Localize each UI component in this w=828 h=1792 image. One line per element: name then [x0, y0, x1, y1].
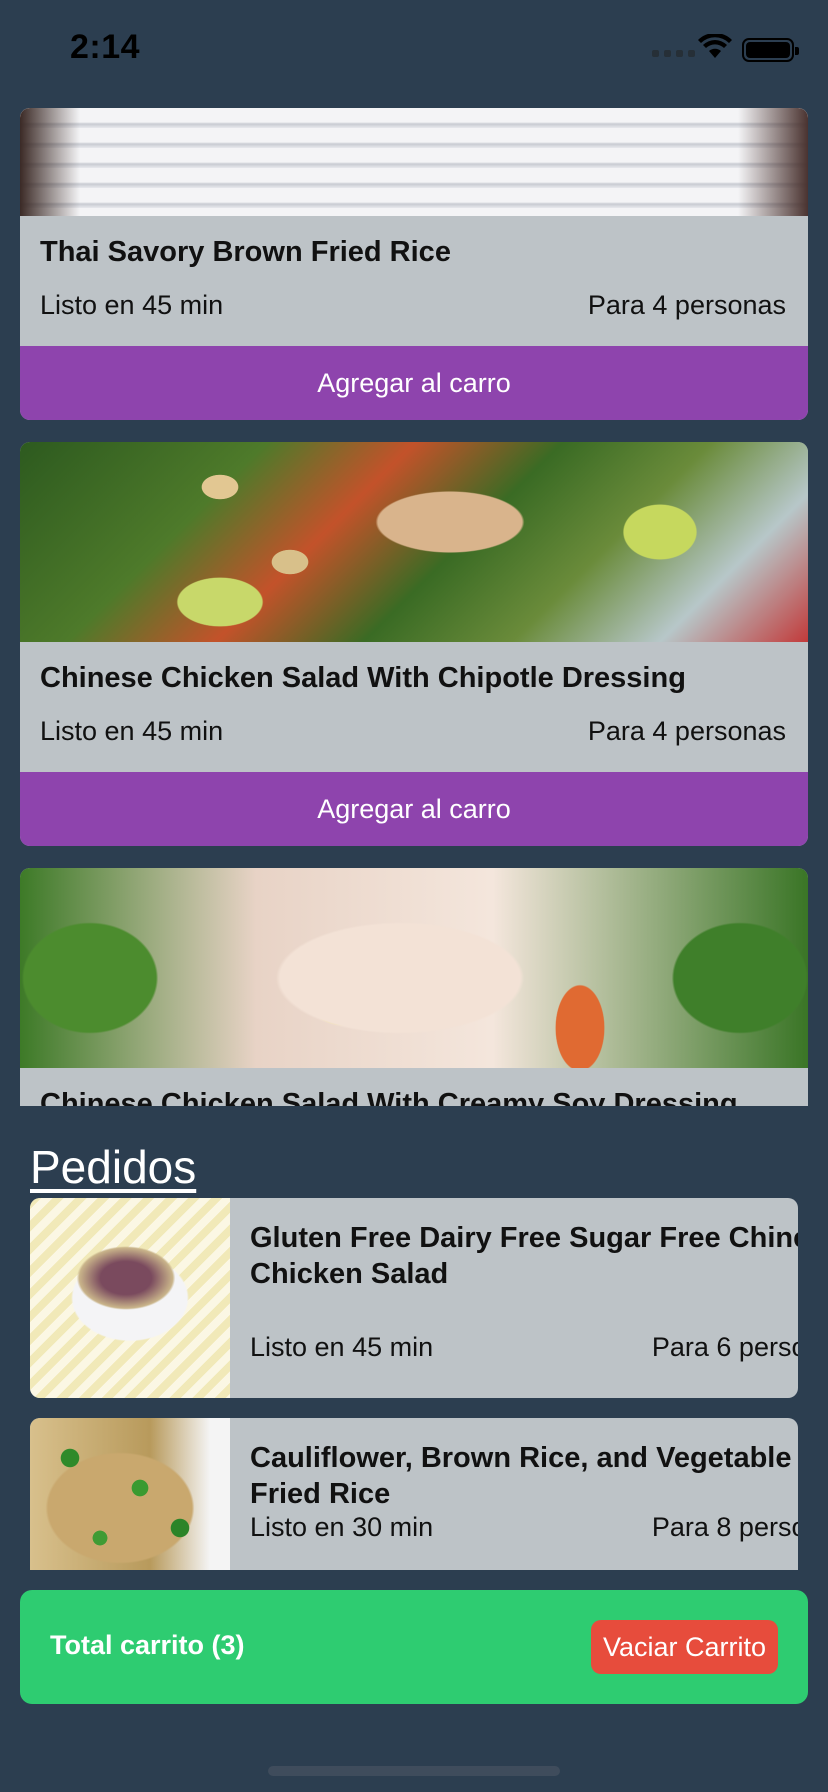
recipe-ready-time: Listo en 45 min — [40, 290, 224, 320]
recipe-info: Thai Savory Brown Fried Rice Listo en 45… — [20, 216, 808, 346]
order-title: Gluten Free Dairy Free Sugar Free Chines… — [250, 1222, 798, 1290]
recipe-image-fried-rice — [20, 108, 808, 216]
recipe-servings: Para 4 personas — [587, 290, 786, 320]
cellular-signal-icon — [652, 50, 695, 57]
orders-heading: Pedidos — [30, 1141, 197, 1193]
order-image-cauliflower-rice — [30, 1418, 230, 1570]
order-list[interactable]: Gluten Free Dairy Free Sugar Free Chines… — [30, 1198, 798, 1570]
recipe-title: Chinese Chicken Salad With Chipotle Dres… — [40, 662, 686, 694]
recipe-card: Chinese Chicken Salad With Creamy Soy Dr… — [20, 868, 808, 1106]
recipe-servings: Para 4 personas — [587, 716, 786, 746]
order-image-chicken-salad — [30, 1198, 230, 1398]
add-to-cart-button[interactable]: Agregar al carro — [20, 772, 808, 846]
recipe-ready-time: Listo en 45 min — [40, 716, 224, 746]
order-info: Cauliflower, Brown Rice, and Vegetable F… — [250, 1440, 798, 1512]
order-info: Gluten Free Dairy Free Sugar Free Chines… — [250, 1220, 798, 1292]
battery-icon — [742, 38, 799, 62]
order-card: Gluten Free Dairy Free Sugar Free Chines… — [30, 1198, 798, 1398]
recipe-card: Thai Savory Brown Fried Rice Listo en 45… — [20, 108, 808, 420]
empty-cart-button[interactable]: Vaciar Carrito — [590, 1620, 778, 1674]
recipe-list[interactable]: Thai Savory Brown Fried Rice Listo en 45… — [20, 108, 808, 1106]
order-title: Cauliflower, Brown Rice, and Vegetable F… — [250, 1442, 792, 1510]
recipe-meta: Listo en 45 min Para 4 personas — [40, 290, 786, 321]
order-ready-time: Listo en 45 min — [250, 1332, 434, 1362]
cart-bar: Total carrito (3) Vaciar Carrito — [20, 1590, 808, 1704]
recipe-image-soy-salad — [20, 868, 808, 1068]
order-servings: Para 6 personas — [651, 1332, 798, 1362]
order-meta: Listo en 45 min Para 6 personas — [250, 1332, 798, 1363]
wifi-icon — [698, 34, 732, 58]
order-ready-time: Listo en 30 min — [250, 1512, 434, 1542]
order-card: Cauliflower, Brown Rice, and Vegetable F… — [30, 1418, 798, 1570]
recipe-image-chipotle-salad — [20, 442, 808, 642]
cart-total: Total carrito (3) — [50, 1630, 245, 1660]
order-meta: Listo en 30 min Para 8 personas — [250, 1512, 798, 1543]
recipe-title: Chinese Chicken Salad With Creamy Soy Dr… — [40, 1088, 738, 1106]
add-to-cart-button[interactable]: Agregar al carro — [20, 346, 808, 420]
recipe-title: Thai Savory Brown Fried Rice — [40, 236, 451, 268]
recipe-info: Chinese Chicken Salad With Chipotle Dres… — [20, 642, 808, 772]
recipe-meta: Listo en 45 min Para 4 personas — [40, 716, 786, 747]
order-servings: Para 8 personas — [651, 1512, 798, 1542]
recipe-info: Chinese Chicken Salad With Creamy Soy Dr… — [20, 1068, 808, 1106]
home-indicator[interactable] — [268, 1766, 560, 1776]
status-bar: 2:14 — [0, 0, 828, 100]
status-time: 2:14 — [70, 28, 141, 66]
recipe-card: Chinese Chicken Salad With Chipotle Dres… — [20, 442, 808, 846]
